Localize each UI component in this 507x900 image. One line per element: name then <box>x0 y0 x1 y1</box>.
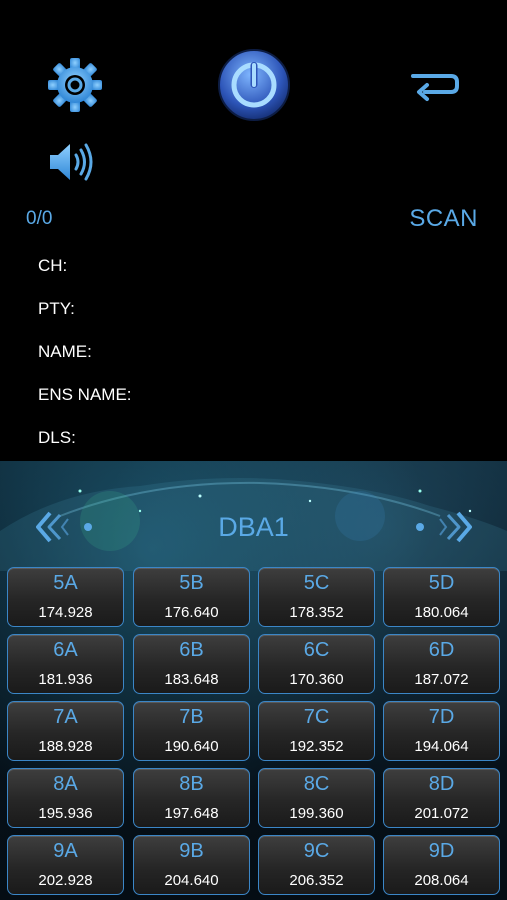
return-icon[interactable] <box>405 66 461 106</box>
channel-button[interactable]: 8A 195.936 <box>7 768 124 828</box>
channel-button[interactable]: 6B 183.648 <box>133 634 250 694</box>
channel-button[interactable]: 9C 206.352 <box>258 835 375 895</box>
channel-frequency: 181.936 <box>38 671 93 688</box>
channel-frequency: 197.648 <box>164 805 219 822</box>
channel-frequency: 170.360 <box>289 671 344 688</box>
channel-frequency: 194.064 <box>414 738 469 755</box>
channel-frequency: 190.640 <box>164 738 219 755</box>
channel-frequency: 178.352 <box>289 604 344 621</box>
info-pty-label: PTY: <box>38 299 75 318</box>
channel-button[interactable]: 5A 174.928 <box>7 567 124 627</box>
scan-button[interactable]: SCAN <box>409 205 478 233</box>
next-band-arrow-icon[interactable] <box>412 509 472 545</box>
channel-label: 9C <box>303 840 330 862</box>
channel-label: 5C <box>303 572 330 594</box>
speaker-icon[interactable] <box>46 138 96 186</box>
channel-frequency: 201.072 <box>414 805 469 822</box>
info-name-label: NAME: <box>38 342 92 361</box>
channel-label: 6C <box>303 639 330 661</box>
channel-button[interactable]: 7A 188.928 <box>7 701 124 761</box>
channel-button[interactable]: 6D 187.072 <box>383 634 500 694</box>
channel-label: 6D <box>428 639 455 661</box>
channel-button[interactable]: 7C 192.352 <box>258 701 375 761</box>
channel-label: 8D <box>428 773 455 795</box>
channel-label: 7D <box>428 706 455 728</box>
channel-frequency: 176.640 <box>164 604 219 621</box>
channel-label: 5B <box>179 572 204 594</box>
channel-label: 7C <box>303 706 330 728</box>
channel-frequency: 202.928 <box>38 872 93 889</box>
channel-button[interactable]: 7B 190.640 <box>133 701 250 761</box>
top-toolbar <box>0 0 507 200</box>
gear-icon[interactable] <box>46 56 104 114</box>
channel-button[interactable]: 9A 202.928 <box>7 835 124 895</box>
channel-button[interactable]: 5D 180.064 <box>383 567 500 627</box>
power-icon[interactable] <box>217 48 291 122</box>
channel-label: 5D <box>428 572 455 594</box>
channel-label: 8B <box>179 773 204 795</box>
channel-button[interactable]: 5C 178.352 <box>258 567 375 627</box>
station-counter: 0/0 <box>26 208 53 229</box>
channel-button[interactable]: 8C 199.360 <box>258 768 375 828</box>
channel-label: 7B <box>179 706 204 728</box>
channel-label: 5A <box>53 572 78 594</box>
channel-button[interactable]: 6A 181.936 <box>7 634 124 694</box>
channel-label: 9B <box>179 840 204 862</box>
channel-button[interactable]: 8B 197.648 <box>133 768 250 828</box>
channel-button[interactable]: 9D 208.064 <box>383 835 500 895</box>
channel-frequency: 183.648 <box>164 671 219 688</box>
channel-frequency: 174.928 <box>38 604 93 621</box>
channel-frequency: 208.064 <box>414 872 469 889</box>
channel-label: 7A <box>53 706 78 728</box>
channel-frequency: 199.360 <box>289 805 344 822</box>
channel-frequency: 195.936 <box>38 805 93 822</box>
info-ch-label: CH: <box>38 256 68 275</box>
channel-frequency: 192.352 <box>289 738 344 755</box>
channel-label: 9A <box>53 840 78 862</box>
channel-button[interactable]: 9B 204.640 <box>133 835 250 895</box>
channel-frequency: 180.064 <box>414 604 469 621</box>
channel-button[interactable]: 7D 194.064 <box>383 701 500 761</box>
channel-label: 8C <box>303 773 330 795</box>
channel-label: 8A <box>53 773 78 795</box>
channel-button[interactable]: 6C 170.360 <box>258 634 375 694</box>
channel-label: 9D <box>428 840 455 862</box>
channel-label: 6A <box>53 639 78 661</box>
channel-frequency: 188.928 <box>38 738 93 755</box>
station-info: CH: PTY: NAME: ENS NAME: DLS: <box>38 250 132 465</box>
channel-frequency: 204.640 <box>164 872 219 889</box>
info-dls-label: DLS: <box>38 428 76 447</box>
channel-label: 6B <box>179 639 204 661</box>
info-ens-name-label: ENS NAME: <box>38 385 132 404</box>
channel-button[interactable]: 5B 176.640 <box>133 567 250 627</box>
channel-button[interactable]: 8D 201.072 <box>383 768 500 828</box>
channel-frequency: 206.352 <box>289 872 344 889</box>
channel-frequency: 187.072 <box>414 671 469 688</box>
